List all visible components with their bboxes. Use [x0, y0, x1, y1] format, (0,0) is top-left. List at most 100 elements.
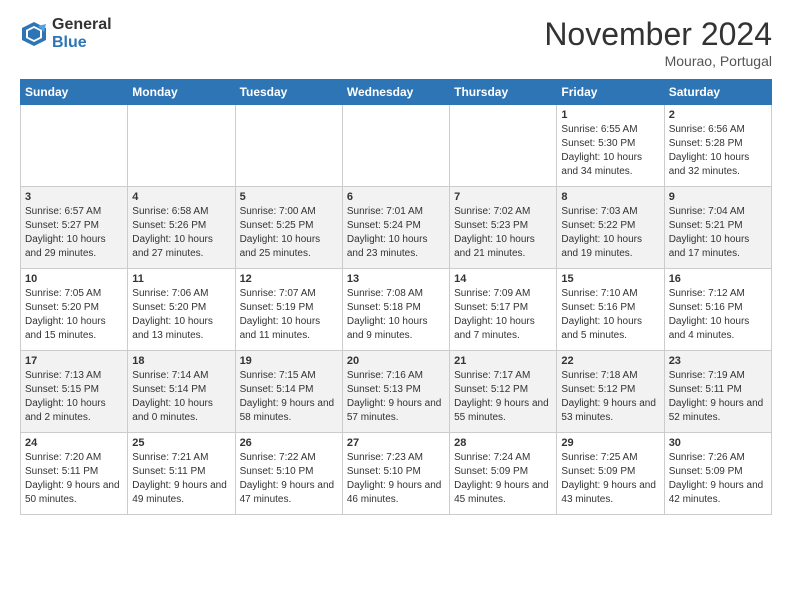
day-number: 25 — [132, 437, 230, 449]
table-row: 8 Sunrise: 7:03 AM Sunset: 5:22 PM Daylig… — [557, 187, 664, 269]
day-info: Sunrise: 7:18 AM Sunset: 5:12 PM Dayligh… — [561, 369, 659, 425]
header: General Blue November 2024 Mourao, Portu… — [20, 16, 772, 69]
logo-general-text: General — [52, 16, 112, 34]
calendar-week-row: 3 Sunrise: 6:57 AM Sunset: 5:27 PM Daylig… — [21, 187, 772, 269]
table-row: 24 Sunrise: 7:20 AM Sunset: 5:11 PM Dayli… — [21, 433, 128, 515]
day-number: 27 — [347, 437, 445, 449]
table-row: 11Sunrise: 7:06 AM Sunset: 5:20 PM Dayli… — [128, 269, 235, 351]
day-info: Sunrise: 7:25 AM Sunset: 5:09 PM Dayligh… — [561, 451, 659, 507]
calendar-week-row: 10 Sunrise: 7:05 AM Sunset: 5:20 PM Dayli… — [21, 269, 772, 351]
day-info: Sunrise: 7:01 AM Sunset: 5:24 PM Dayligh… — [347, 205, 445, 261]
day-info: Sunrise: 7:16 AM Sunset: 5:13 PM Dayligh… — [347, 369, 445, 425]
day-info: Sunrise: 7:19 AM Sunset: 5:11 PM Dayligh… — [669, 369, 767, 425]
day-number: 9 — [669, 191, 767, 203]
logo: General Blue — [20, 16, 112, 51]
table-row: 17 Sunrise: 7:13 AM Sunset: 5:15 PM Dayli… — [21, 351, 128, 433]
day-number: 6 — [347, 191, 445, 203]
table-row — [235, 105, 342, 187]
day-number: 26 — [240, 437, 338, 449]
day-info: Sunrise: 7:05 AM Sunset: 5:20 PM Dayligh… — [25, 287, 123, 343]
day-number: 21 — [454, 355, 552, 367]
day-number: 15 — [561, 273, 659, 285]
table-row: 25 Sunrise: 7:21 AM Sunset: 5:11 PM Dayli… — [128, 433, 235, 515]
day-number: 22 — [561, 355, 659, 367]
table-row: 6 Sunrise: 7:01 AM Sunset: 5:24 PM Daylig… — [342, 187, 449, 269]
day-number: 28 — [454, 437, 552, 449]
page: General Blue November 2024 Mourao, Portu… — [0, 0, 792, 525]
table-row: 13 Sunrise: 7:08 AM Sunset: 5:18 PM Dayli… — [342, 269, 449, 351]
table-row: 27 Sunrise: 7:23 AM Sunset: 5:10 PM Dayli… — [342, 433, 449, 515]
day-number: 4 — [132, 191, 230, 203]
table-row: 18 Sunrise: 7:14 AM Sunset: 5:14 PM Dayli… — [128, 351, 235, 433]
table-row: 22 Sunrise: 7:18 AM Sunset: 5:12 PM Dayli… — [557, 351, 664, 433]
day-info: Sunrise: 7:24 AM Sunset: 5:09 PM Dayligh… — [454, 451, 552, 507]
location: Mourao, Portugal — [544, 53, 772, 69]
day-info: Sunrise: 7:07 AM Sunset: 5:19 PM Dayligh… — [240, 287, 338, 343]
day-number: 19 — [240, 355, 338, 367]
day-info: Sunrise: 7:20 AM Sunset: 5:11 PM Dayligh… — [25, 451, 123, 507]
day-info: Sunrise: 7:09 AM Sunset: 5:17 PM Dayligh… — [454, 287, 552, 343]
calendar-week-row: 24 Sunrise: 7:20 AM Sunset: 5:11 PM Dayli… — [21, 433, 772, 515]
day-info: Sunrise: 7:04 AM Sunset: 5:21 PM Dayligh… — [669, 205, 767, 261]
month-title: November 2024 — [544, 16, 772, 53]
logo-text: General Blue — [52, 16, 112, 51]
day-info: Sunrise: 7:12 AM Sunset: 5:16 PM Dayligh… — [669, 287, 767, 343]
day-number: 13 — [347, 273, 445, 285]
col-thursday: Thursday — [450, 80, 557, 105]
day-number: 16 — [669, 273, 767, 285]
day-number: 14 — [454, 273, 552, 285]
col-monday: Monday — [128, 80, 235, 105]
calendar-week-row: 1Sunrise: 6:55 AM Sunset: 5:30 PM Daylig… — [21, 105, 772, 187]
day-info: Sunrise: 7:10 AM Sunset: 5:16 PM Dayligh… — [561, 287, 659, 343]
day-info: Sunrise: 7:15 AM Sunset: 5:14 PM Dayligh… — [240, 369, 338, 425]
day-number: 11 — [132, 273, 230, 285]
table-row: 26Sunrise: 7:22 AM Sunset: 5:10 PM Dayli… — [235, 433, 342, 515]
col-tuesday: Tuesday — [235, 80, 342, 105]
table-row: 20Sunrise: 7:16 AM Sunset: 5:13 PM Dayli… — [342, 351, 449, 433]
day-number: 12 — [240, 273, 338, 285]
day-info: Sunrise: 7:21 AM Sunset: 5:11 PM Dayligh… — [132, 451, 230, 507]
day-info: Sunrise: 7:13 AM Sunset: 5:15 PM Dayligh… — [25, 369, 123, 425]
day-info: Sunrise: 7:03 AM Sunset: 5:22 PM Dayligh… — [561, 205, 659, 261]
table-row: 7Sunrise: 7:02 AM Sunset: 5:23 PM Daylig… — [450, 187, 557, 269]
day-number: 23 — [669, 355, 767, 367]
table-row — [450, 105, 557, 187]
day-number: 2 — [669, 109, 767, 121]
day-number: 18 — [132, 355, 230, 367]
table-row — [128, 105, 235, 187]
day-number: 1 — [561, 109, 659, 121]
col-friday: Friday — [557, 80, 664, 105]
day-info: Sunrise: 7:08 AM Sunset: 5:18 PM Dayligh… — [347, 287, 445, 343]
table-row: 9 Sunrise: 7:04 AM Sunset: 5:21 PM Daylig… — [664, 187, 771, 269]
day-info: Sunrise: 6:57 AM Sunset: 5:27 PM Dayligh… — [25, 205, 123, 261]
table-row: 28 Sunrise: 7:24 AM Sunset: 5:09 PM Dayli… — [450, 433, 557, 515]
calendar-header-row: Sunday Monday Tuesday Wednesday Thursday… — [21, 80, 772, 105]
day-info: Sunrise: 7:26 AM Sunset: 5:09 PM Dayligh… — [669, 451, 767, 507]
day-info: Sunrise: 7:23 AM Sunset: 5:10 PM Dayligh… — [347, 451, 445, 507]
day-number: 5 — [240, 191, 338, 203]
table-row: 30Sunrise: 7:26 AM Sunset: 5:09 PM Dayli… — [664, 433, 771, 515]
table-row: 14 Sunrise: 7:09 AM Sunset: 5:17 PM Dayli… — [450, 269, 557, 351]
calendar-table: Sunday Monday Tuesday Wednesday Thursday… — [20, 79, 772, 515]
day-number: 17 — [25, 355, 123, 367]
day-number: 10 — [25, 273, 123, 285]
table-row: 16 Sunrise: 7:12 AM Sunset: 5:16 PM Dayli… — [664, 269, 771, 351]
logo-icon — [20, 20, 48, 48]
day-info: Sunrise: 7:14 AM Sunset: 5:14 PM Dayligh… — [132, 369, 230, 425]
day-number: 8 — [561, 191, 659, 203]
table-row: 19 Sunrise: 7:15 AM Sunset: 5:14 PM Dayli… — [235, 351, 342, 433]
day-info: Sunrise: 6:58 AM Sunset: 5:26 PM Dayligh… — [132, 205, 230, 261]
day-number: 3 — [25, 191, 123, 203]
table-row: 15 Sunrise: 7:10 AM Sunset: 5:16 PM Dayli… — [557, 269, 664, 351]
day-number: 7 — [454, 191, 552, 203]
calendar-week-row: 17 Sunrise: 7:13 AM Sunset: 5:15 PM Dayli… — [21, 351, 772, 433]
table-row: 4 Sunrise: 6:58 AM Sunset: 5:26 PM Daylig… — [128, 187, 235, 269]
table-row: 1Sunrise: 6:55 AM Sunset: 5:30 PM Daylig… — [557, 105, 664, 187]
table-row: 23 Sunrise: 7:19 AM Sunset: 5:11 PM Dayli… — [664, 351, 771, 433]
day-number: 24 — [25, 437, 123, 449]
col-sunday: Sunday — [21, 80, 128, 105]
title-area: November 2024 Mourao, Portugal — [544, 16, 772, 69]
day-info: Sunrise: 7:17 AM Sunset: 5:12 PM Dayligh… — [454, 369, 552, 425]
table-row: 29Sunrise: 7:25 AM Sunset: 5:09 PM Dayli… — [557, 433, 664, 515]
table-row: 10 Sunrise: 7:05 AM Sunset: 5:20 PM Dayli… — [21, 269, 128, 351]
